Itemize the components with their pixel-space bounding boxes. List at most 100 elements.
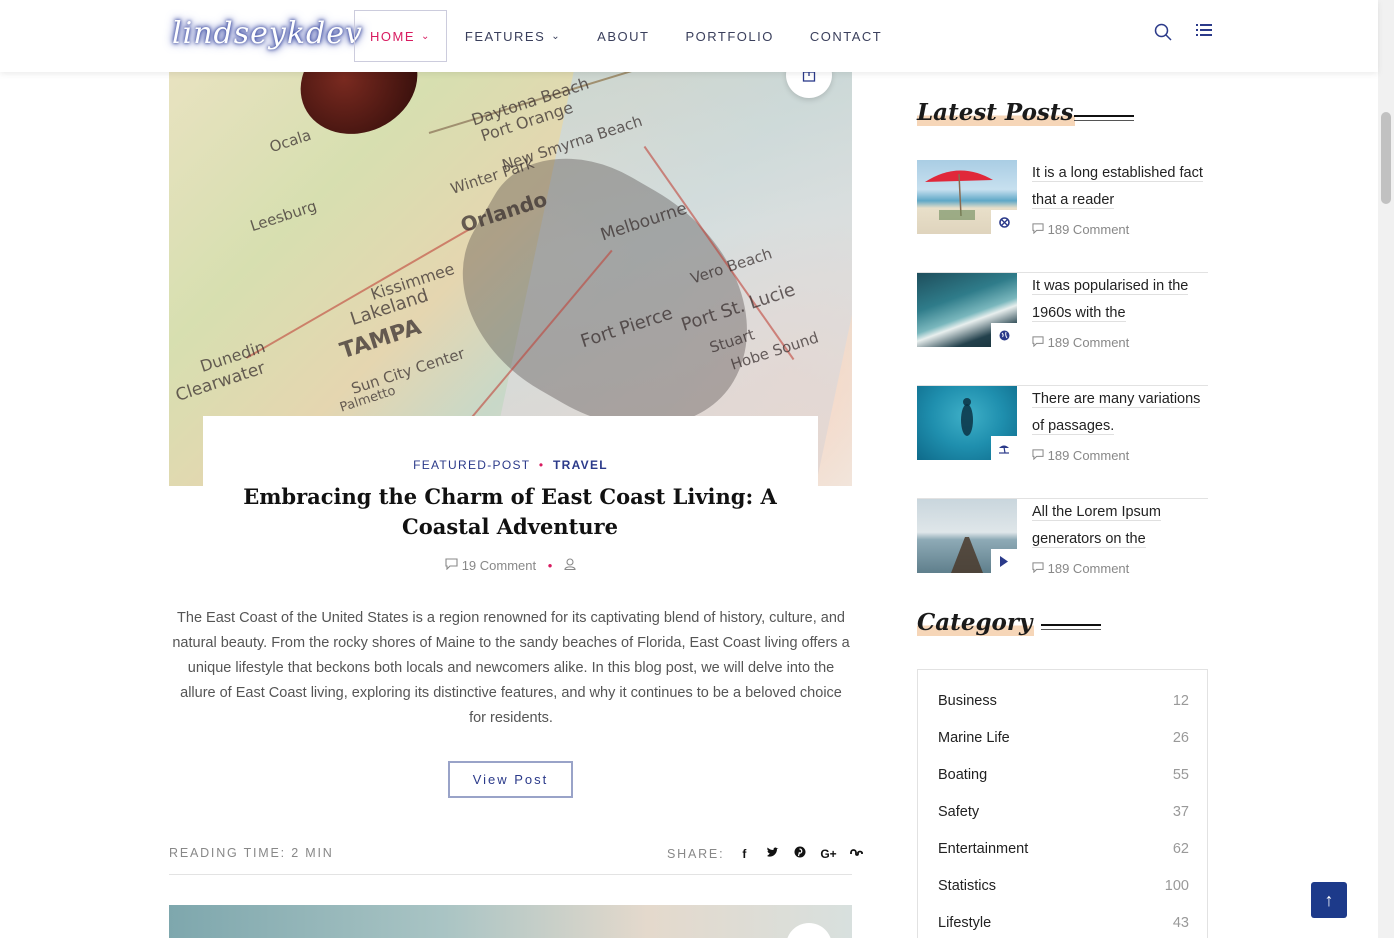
- play-icon: [991, 549, 1017, 573]
- post-card-overlay: [203, 416, 818, 486]
- latest-post-title-text[interactable]: There are many variations of passages.: [1032, 391, 1201, 435]
- latest-post-meta: 189 Comment: [1032, 335, 1129, 350]
- stumbleupon-icon[interactable]: [848, 847, 864, 861]
- latest-post-meta: 189 Comment: [1032, 561, 1129, 576]
- latest-post-title[interactable]: It was popularised in the 1960s with the: [1032, 273, 1212, 327]
- site-header: lindseykdev Home ⌄ Features ⌄ About Port…: [0, 0, 1378, 72]
- comment-icon: [445, 558, 462, 573]
- latest-posts-title-text: Latest Posts: [917, 99, 1076, 126]
- map-label: Leesburg: [247, 196, 319, 236]
- nav-item-about[interactable]: About: [579, 10, 667, 62]
- facebook-icon[interactable]: f: [736, 847, 752, 861]
- scrollbar-thumb[interactable]: [1381, 112, 1391, 204]
- latest-post-title-text[interactable]: It is a long established fact that a rea…: [1032, 165, 1203, 209]
- category-name[interactable]: Lifestyle: [938, 915, 991, 931]
- gallery-icon: [991, 210, 1017, 234]
- comment-icon: [1032, 561, 1044, 576]
- search-icon[interactable]: [1154, 23, 1174, 43]
- nav-label: Features: [464, 28, 546, 44]
- next-post-image[interactable]: [169, 905, 852, 938]
- category-name[interactable]: Marine Life: [938, 730, 1010, 746]
- latest-post-thumb[interactable]: [917, 160, 1017, 234]
- latest-post-item[interactable]: There are many variations of passages. 1…: [917, 386, 1208, 499]
- page-scrollbar[interactable]: [1378, 0, 1394, 938]
- nav-label: Home: [370, 28, 415, 44]
- meta-separator: •: [547, 558, 553, 573]
- category-item[interactable]: Statistics 100: [938, 867, 1189, 904]
- category-item[interactable]: Boating 55: [938, 756, 1189, 793]
- category-item[interactable]: Entertainment 62: [938, 830, 1189, 867]
- google-plus-icon[interactable]: G+: [820, 847, 836, 861]
- post-meta: 19 Comment •: [169, 558, 852, 573]
- nav-item-portfolio[interactable]: Portfolio: [667, 10, 791, 62]
- latest-post-thumb[interactable]: [917, 386, 1017, 460]
- latest-post-comments[interactable]: 189 Comment: [1048, 222, 1130, 237]
- latest-post-thumb[interactable]: [917, 273, 1017, 347]
- category-item[interactable]: Lifestyle 43: [938, 904, 1189, 938]
- category-name[interactable]: Statistics: [938, 878, 996, 894]
- reading-time: READING TIME: 2 MIN: [169, 846, 334, 860]
- category-item[interactable]: Marine Life 26: [938, 719, 1189, 756]
- latest-post-meta: 189 Comment: [1032, 222, 1129, 237]
- chevron-down-icon: ⌄: [421, 30, 431, 42]
- site-logo[interactable]: lindseykdev: [172, 16, 363, 51]
- author-icon[interactable]: [564, 558, 576, 573]
- back-to-top-button[interactable]: ↑: [1311, 882, 1347, 918]
- post-excerpt: The East Coast of the United States is a…: [172, 610, 850, 726]
- category-name[interactable]: Safety: [938, 804, 979, 820]
- category-count: 37: [1172, 803, 1189, 820]
- category-count: 43: [1172, 914, 1189, 931]
- menu-list-icon[interactable]: [1196, 23, 1216, 43]
- latest-post-comments[interactable]: 189 Comment: [1048, 448, 1130, 463]
- category-separator: •: [538, 458, 545, 472]
- category-count: 100: [1164, 877, 1189, 894]
- nav-item-features[interactable]: Features ⌄: [447, 10, 579, 62]
- latest-post-title[interactable]: All the Lorem Ipsum generators on the: [1032, 499, 1212, 553]
- category-name[interactable]: Entertainment: [938, 841, 1028, 857]
- latest-posts-title: Latest Posts: [917, 99, 1076, 126]
- pinterest-icon[interactable]: [792, 846, 808, 861]
- nav-item-contact[interactable]: Contact: [792, 10, 900, 62]
- category-count: 26: [1172, 729, 1189, 746]
- category-count: 55: [1172, 766, 1189, 783]
- view-post-button[interactable]: View Post: [448, 761, 573, 798]
- latest-post-title[interactable]: It is a long established fact that a rea…: [1032, 160, 1212, 214]
- latest-post-title[interactable]: There are many variations of passages.: [1032, 386, 1212, 440]
- latest-post-comments[interactable]: 189 Comment: [1048, 561, 1130, 576]
- category-link-travel[interactable]: TRAVEL: [553, 458, 608, 472]
- category-item[interactable]: Safety 37: [938, 793, 1189, 830]
- latest-post-title-text[interactable]: All the Lorem Ipsum generators on the: [1032, 504, 1161, 548]
- category-link-featured[interactable]: FEATURED-POST: [413, 458, 530, 472]
- post-title[interactable]: Embracing the Charm of East Coast Living…: [200, 482, 820, 542]
- globe-icon: [991, 323, 1017, 347]
- nav-item-home[interactable]: Home ⌄: [354, 10, 447, 62]
- latest-post-thumb[interactable]: [917, 499, 1017, 573]
- latest-post-item[interactable]: It is a long established fact that a rea…: [917, 160, 1208, 273]
- post-categories: FEATURED-POST • TRAVEL: [169, 458, 852, 472]
- map-label: TAMPA: [337, 314, 425, 365]
- arrow-up-icon: ↑: [1324, 889, 1334, 910]
- category-count: 62: [1172, 840, 1189, 857]
- category-title-text: Category: [917, 609, 1035, 636]
- category-item[interactable]: Business 12: [938, 682, 1189, 719]
- chevron-down-icon: ⌄: [551, 30, 562, 42]
- title-decoration: [1074, 115, 1134, 121]
- comment-icon: [1032, 335, 1044, 350]
- title-decoration: [1041, 624, 1101, 630]
- share-bar: SHARE: f G+: [667, 846, 864, 861]
- comment-count[interactable]: 19 Comment: [462, 558, 536, 573]
- comment-icon: [1032, 222, 1044, 237]
- nav-label: Portfolio: [685, 28, 774, 44]
- category-name[interactable]: Boating: [938, 767, 987, 783]
- nav-label: Contact: [809, 28, 883, 44]
- latest-post-title-text[interactable]: It was popularised in the 1960s with the: [1032, 278, 1189, 322]
- twitter-icon[interactable]: [764, 846, 780, 861]
- comment-icon: [1032, 448, 1044, 463]
- latest-post-item[interactable]: It was popularised in the 1960s with the…: [917, 273, 1208, 386]
- post-divider: [169, 874, 852, 875]
- latest-post-item[interactable]: All the Lorem Ipsum generators on the 18…: [917, 499, 1208, 612]
- category-list: Business 12 Marine Life 26 Boating 55 Sa…: [917, 669, 1208, 938]
- map-label: Ocala: [267, 125, 314, 157]
- latest-post-comments[interactable]: 189 Comment: [1048, 335, 1130, 350]
- category-name[interactable]: Business: [938, 693, 997, 709]
